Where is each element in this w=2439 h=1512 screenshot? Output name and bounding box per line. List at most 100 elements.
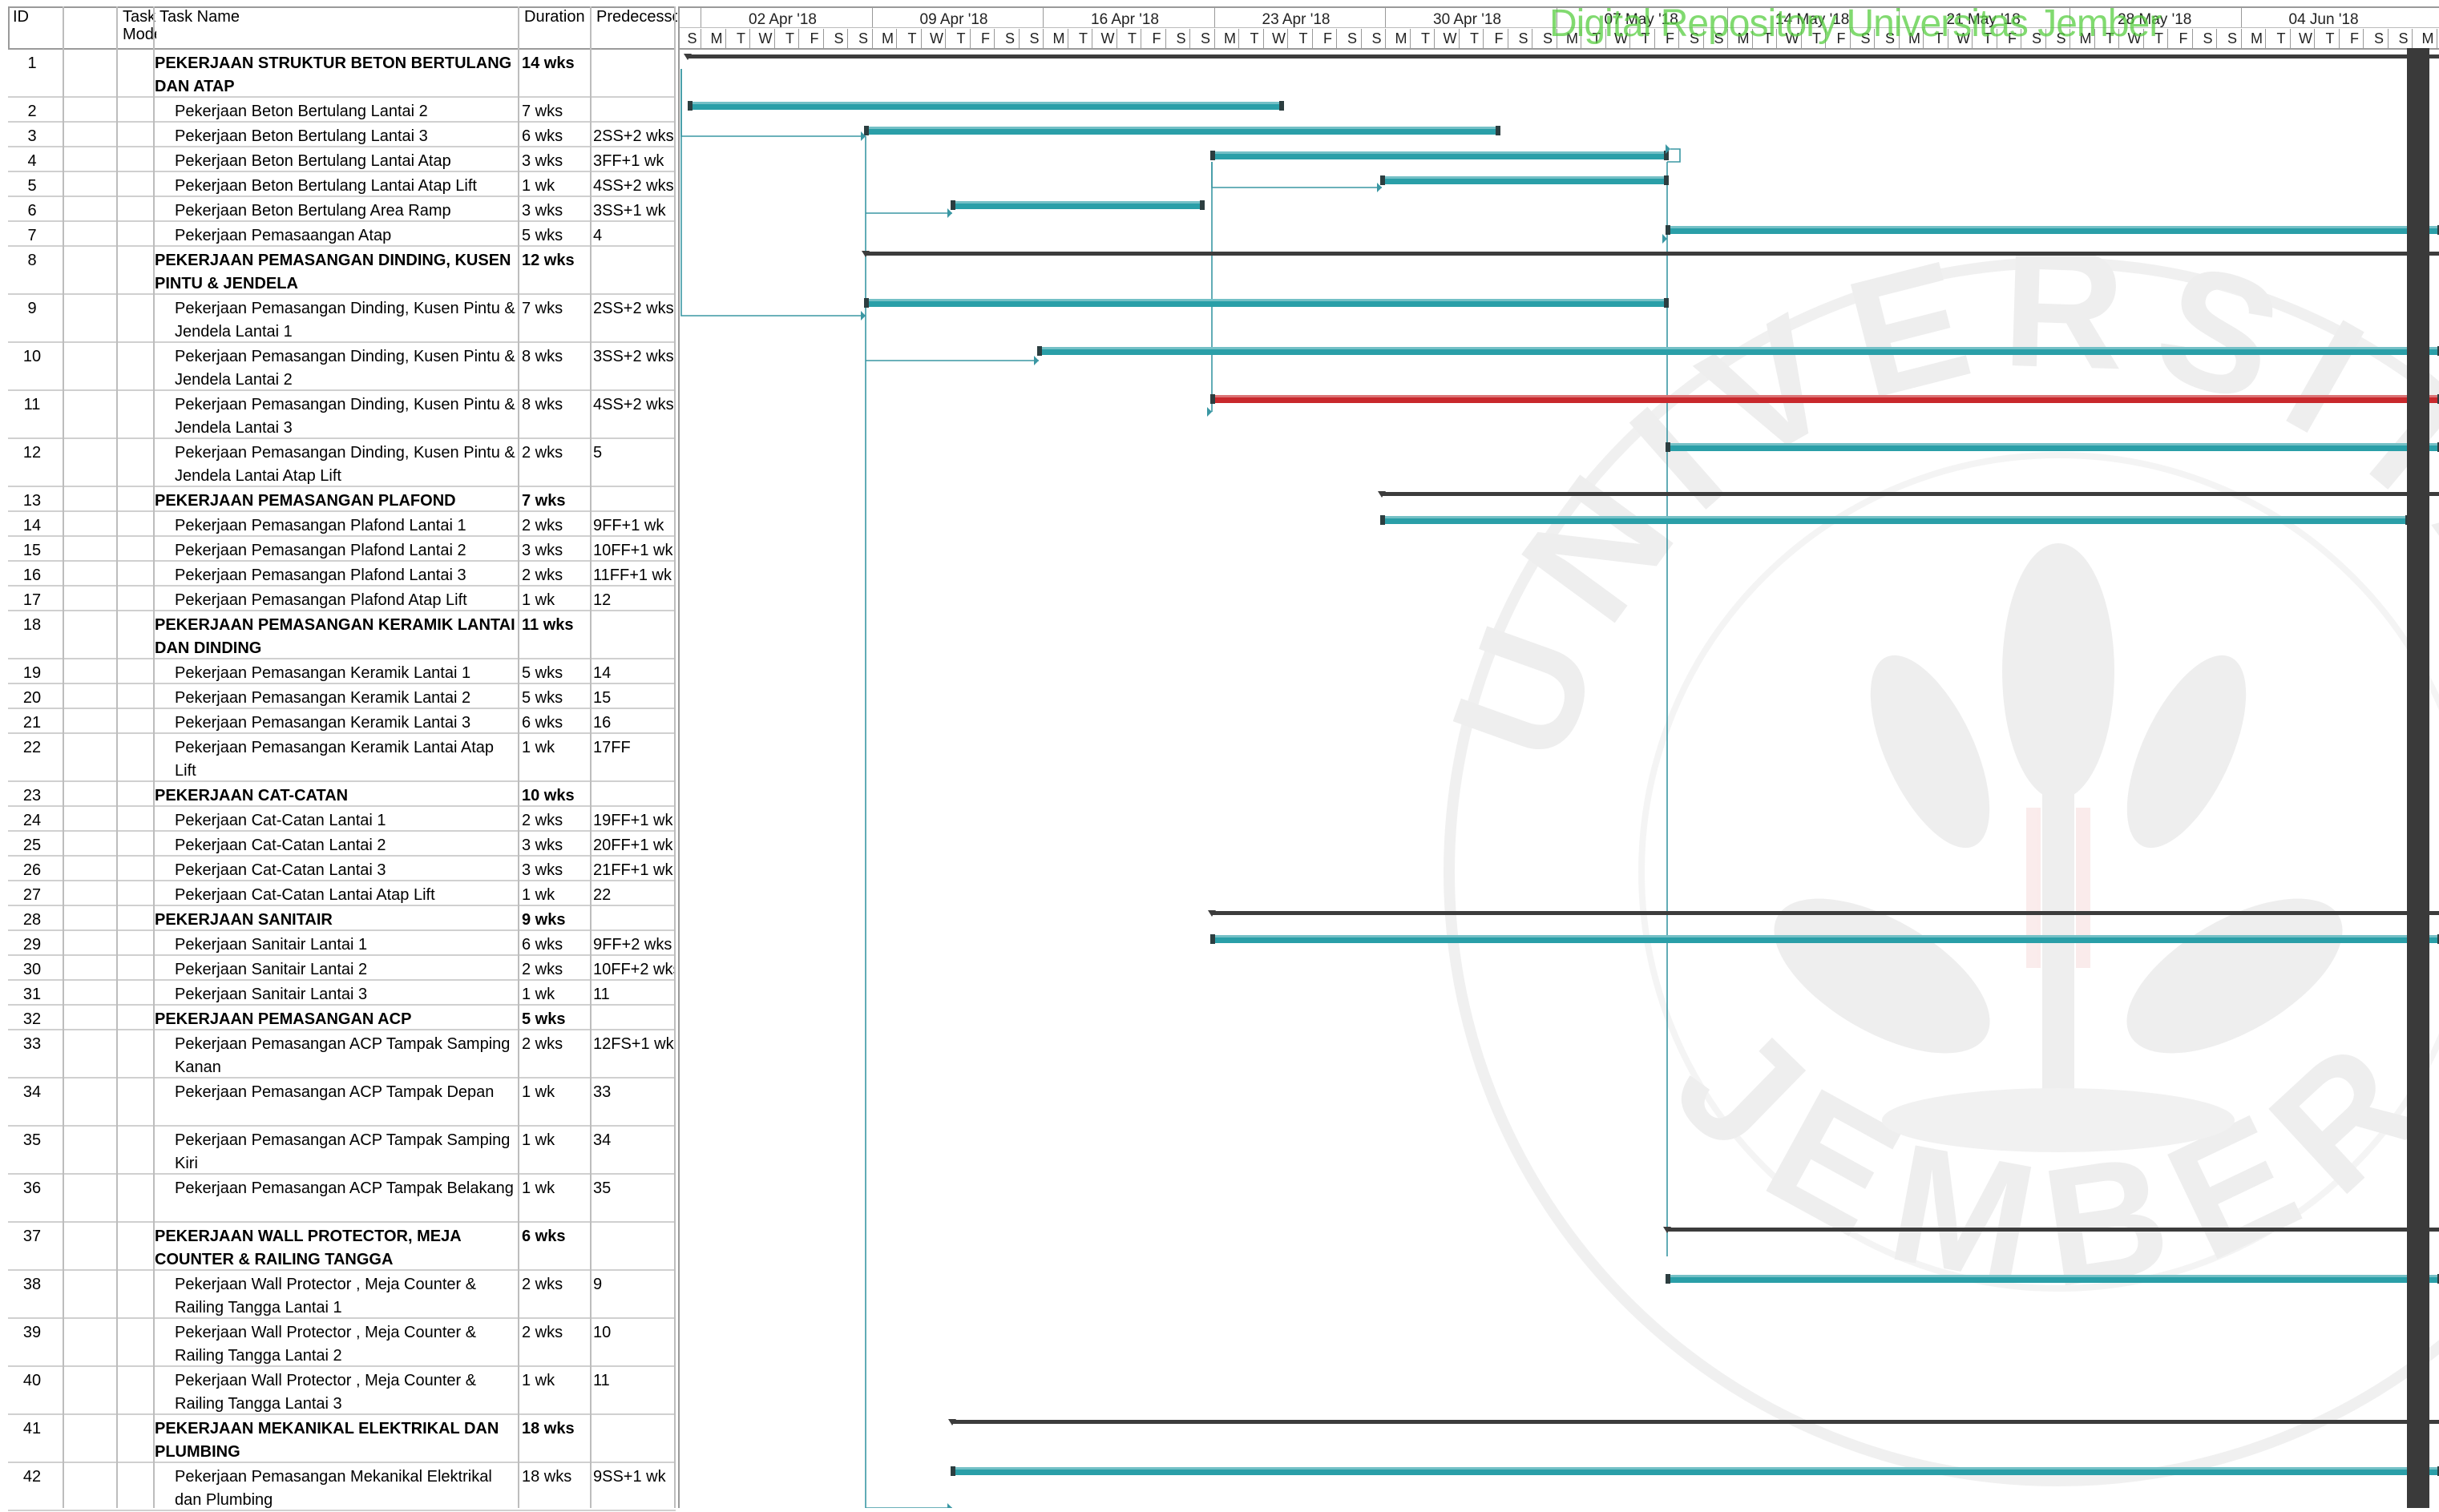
task-bar-highlight[interactable] <box>1212 935 2439 937</box>
task-name[interactable]: Pekerjaan Cat-Catan Lantai Atap Lift <box>155 881 518 907</box>
task-name[interactable]: Pekerjaan Pemasangan ACP Tampak Samping … <box>155 1030 518 1079</box>
task-name[interactable]: Pekerjaan Pemasangan Mekanikal Elektrika… <box>155 1463 518 1512</box>
task-name[interactable]: PEKERJAAN SANITAIR <box>155 906 518 932</box>
task-predecessors[interactable] <box>592 1415 676 1417</box>
task-start-handle[interactable] <box>1666 442 1670 452</box>
table-row[interactable]: 20 Pekerjaan Pemasangan Keramik Lantai 25… <box>8 684 676 709</box>
task-predecessors[interactable]: 14 <box>592 659 676 685</box>
task-predecessors[interactable] <box>592 50 676 52</box>
task-duration[interactable]: 2 wks <box>519 1030 590 1056</box>
table-row[interactable]: 30 Pekerjaan Sanitair Lantai 22 wks 10FF+2… <box>8 956 676 981</box>
task-bar-highlight[interactable] <box>1382 516 2409 518</box>
task-duration[interactable]: 2 wks <box>519 512 590 538</box>
task-predecessors[interactable]: 12 <box>592 587 676 612</box>
task-start-handle[interactable] <box>864 126 869 135</box>
table-row[interactable]: 27 Pekerjaan Cat-Catan Lantai Atap Lift 1 … <box>8 881 676 906</box>
task-mode-column-header[interactable]: Task Mode <box>119 8 156 43</box>
task-predecessors[interactable]: 3FF+1 wk <box>592 147 676 173</box>
task-predecessors[interactable]: 17FF <box>592 734 676 760</box>
task-start-handle[interactable] <box>1210 394 1215 404</box>
task-duration[interactable]: 3 wks <box>519 147 590 173</box>
summary-bar[interactable] <box>1212 911 2439 915</box>
task-start-handle[interactable] <box>1380 515 1385 525</box>
task-bar-highlight[interactable] <box>1667 1275 2439 1277</box>
task-name[interactable]: Pekerjaan Pemasangan ACP Tampak Samping … <box>155 1127 518 1175</box>
table-row[interactable]: 9 Pekerjaan Pemasangan Dinding, Kusen Pin… <box>8 295 676 343</box>
task-predecessors[interactable]: 34 <box>592 1127 676 1152</box>
task-name[interactable]: PEKERJAAN PEMASANGAN KERAMIK LANTAI DAN … <box>155 611 518 660</box>
task-name[interactable]: Pekerjaan Pemasangan Plafond Lantai 1 <box>155 512 518 538</box>
task-name[interactable]: Pekerjaan Cat-Catan Lantai 1 <box>155 807 518 833</box>
table-row[interactable]: 19 Pekerjaan Pemasangan Keramik Lantai 15… <box>8 659 676 684</box>
table-row[interactable]: 1 PEKERJAAN STRUKTUR BETON BERTULANG DAN … <box>8 50 676 98</box>
task-name[interactable]: Pekerjaan Pemasangan Plafond Lantai 3 <box>155 562 518 587</box>
task-duration[interactable]: 1 wk <box>519 1079 590 1104</box>
task-duration[interactable]: 1 wk <box>519 172 590 198</box>
task-end-handle[interactable] <box>1279 101 1284 111</box>
table-row[interactable]: 23 PEKERJAAN CAT-CATAN 10 wks <box>8 782 676 807</box>
table-row[interactable]: 6 Pekerjaan Beton Bertulang Area Ramp 3 wk… <box>8 197 676 222</box>
task-duration[interactable]: 2 wks <box>519 1271 590 1296</box>
task-name[interactable]: Pekerjaan Cat-Catan Lantai 3 <box>155 857 518 882</box>
task-predecessors[interactable]: 10 <box>592 1319 676 1345</box>
task-name[interactable]: Pekerjaan Cat-Catan Lantai 2 <box>155 832 518 857</box>
task-predecessors[interactable]: 11FF+1 wk <box>592 562 676 587</box>
task-duration[interactable]: 6 wks <box>519 709 590 735</box>
task-duration[interactable]: 1 wk <box>519 1175 590 1200</box>
table-row[interactable]: 24 Pekerjaan Cat-Catan Lantai 12 wks 19FF+… <box>8 807 676 832</box>
task-bar-highlight[interactable] <box>952 1467 2439 1470</box>
task-start-handle[interactable] <box>1666 225 1670 235</box>
task-name[interactable]: Pekerjaan Pemasangan Dinding, Kusen Pint… <box>155 343 518 392</box>
task-duration[interactable]: 3 wks <box>519 857 590 882</box>
task-bar-highlight[interactable] <box>1039 347 2439 349</box>
task-name[interactable]: Pekerjaan Beton Bertulang Lantai 2 <box>155 98 518 123</box>
task-name[interactable]: PEKERJAAN WALL PROTECTOR, MEJA COUNTER &… <box>155 1223 518 1272</box>
task-name-column-header[interactable]: Task Name <box>156 8 519 26</box>
task-start-handle[interactable] <box>951 1466 955 1476</box>
task-name[interactable]: Pekerjaan Pemasangan Dinding, Kusen Pint… <box>155 295 518 344</box>
task-predecessors[interactable] <box>592 1006 676 1008</box>
task-predecessors[interactable]: 11 <box>592 981 676 1006</box>
task-name[interactable]: PEKERJAAN PEMASANGAN PLAFOND <box>155 487 518 513</box>
task-name[interactable]: Pekerjaan Beton Bertulang Lantai Atap Li… <box>155 172 518 198</box>
task-predecessors[interactable]: 4SS+2 wks <box>592 172 676 198</box>
task-predecessors[interactable] <box>592 487 676 490</box>
task-start-handle[interactable] <box>951 200 955 210</box>
task-duration[interactable]: 8 wks <box>519 391 590 417</box>
task-duration[interactable]: 10 wks <box>519 782 590 808</box>
task-predecessors[interactable]: 2SS+2 wks <box>592 123 676 148</box>
task-start-handle[interactable] <box>1380 175 1385 185</box>
table-row[interactable]: 34 Pekerjaan Pemasangan ACP Tampak Depan 1… <box>8 1079 676 1127</box>
table-row[interactable]: 18 PEKERJAAN PEMASANGAN KERAMIK LANTAI DA… <box>8 611 676 659</box>
table-row[interactable]: 11 Pekerjaan Pemasangan Dinding, Kusen Pi… <box>8 391 676 439</box>
task-name[interactable]: Pekerjaan Pemasangan Keramik Lantai 2 <box>155 684 518 710</box>
summary-bar[interactable] <box>1667 1228 2439 1232</box>
task-predecessors[interactable]: 9FF+1 wk <box>592 512 676 538</box>
task-duration[interactable]: 1 wk <box>519 1127 590 1152</box>
table-row[interactable]: 25 Pekerjaan Cat-Catan Lantai 23 wks 20FF+… <box>8 832 676 857</box>
task-name[interactable]: Pekerjaan Pemasangan ACP Tampak Belakang <box>155 1175 518 1200</box>
task-name[interactable]: Pekerjaan Wall Protector , Meja Counter … <box>155 1319 518 1368</box>
task-name[interactable]: Pekerjaan Pemasangan ACP Tampak Depan <box>155 1079 518 1104</box>
task-duration[interactable]: 3 wks <box>519 832 590 857</box>
table-row[interactable]: 10 Pekerjaan Pemasangan Dinding, Kusen Pi… <box>8 343 676 391</box>
task-name[interactable]: Pekerjaan Wall Protector , Meja Counter … <box>155 1271 518 1320</box>
table-row[interactable]: 26 Pekerjaan Cat-Catan Lantai 33 wks 21FF+… <box>8 857 676 881</box>
task-predecessors[interactable] <box>592 247 676 249</box>
table-row[interactable]: 22 Pekerjaan Pemasangan Keramik Lantai At… <box>8 734 676 782</box>
task-end-handle[interactable] <box>1496 126 1500 135</box>
task-duration[interactable]: 12 wks <box>519 247 590 272</box>
task-predecessors[interactable]: 12FS+1 wk <box>592 1030 676 1056</box>
task-predecessors[interactable] <box>592 1223 676 1225</box>
task-name[interactable]: PEKERJAAN MEKANIKAL ELEKTRIKAL DAN PLUMB… <box>155 1415 518 1464</box>
table-row[interactable]: 14 Pekerjaan Pemasangan Plafond Lantai 12… <box>8 512 676 537</box>
task-predecessors[interactable] <box>592 782 676 784</box>
summary-bar[interactable] <box>1382 492 2439 496</box>
table-row[interactable]: 4 Pekerjaan Beton Bertulang Lantai Atap 3 … <box>8 147 676 172</box>
task-duration[interactable]: 1 wk <box>519 981 590 1006</box>
task-duration[interactable]: 3 wks <box>519 537 590 562</box>
task-start-handle[interactable] <box>1210 934 1215 944</box>
table-row[interactable]: 12 Pekerjaan Pemasangan Dinding, Kusen Pi… <box>8 439 676 487</box>
task-duration[interactable]: 2 wks <box>519 439 590 465</box>
task-predecessors[interactable]: 20FF+1 wk <box>592 832 676 857</box>
